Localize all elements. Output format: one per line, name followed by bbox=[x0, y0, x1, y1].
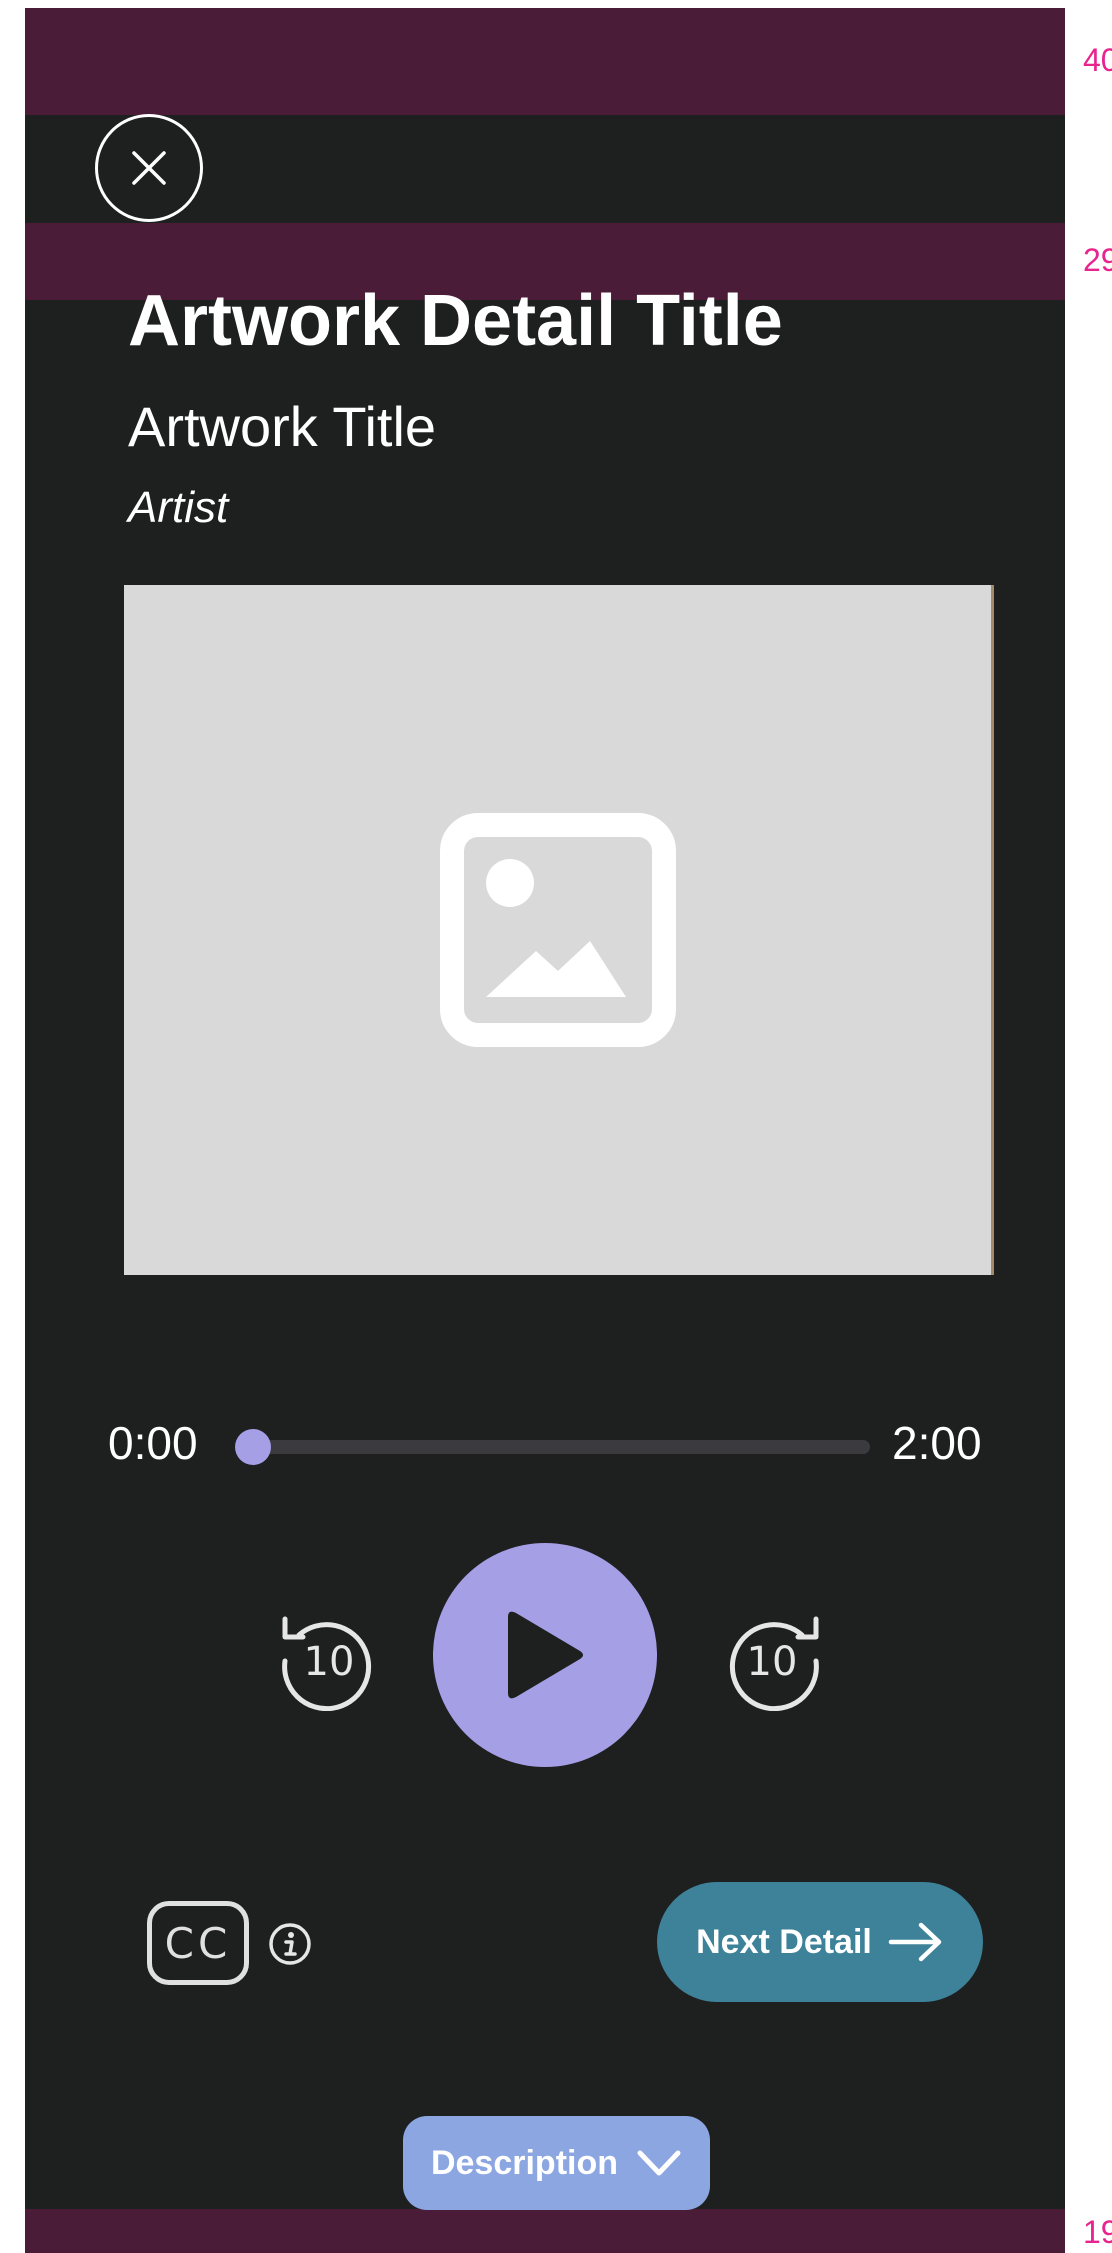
description-toggle-button[interactable]: Description bbox=[403, 2116, 710, 2210]
artwork-image bbox=[124, 585, 994, 1275]
forward-10-button[interactable]: 10 bbox=[724, 1611, 824, 1711]
close-button[interactable] bbox=[95, 114, 203, 222]
captions-button[interactable]: CC bbox=[147, 1901, 249, 1985]
image-placeholder-icon bbox=[439, 813, 676, 1047]
captions-label: CC bbox=[164, 1918, 232, 1968]
forward-seconds: 10 bbox=[747, 1639, 798, 1685]
chevron-down-icon bbox=[637, 2150, 681, 2176]
current-time: 0:00 bbox=[108, 1417, 198, 1469]
artist-name: Artist bbox=[128, 483, 229, 532]
close-icon bbox=[132, 151, 166, 185]
detail-title: Artwork Detail Title bbox=[128, 281, 783, 361]
description-label: Description bbox=[430, 2143, 619, 2182]
artwork-detail-screen: Artwork Detail Title Artwork Title Artis… bbox=[25, 8, 1065, 2253]
rewind-10-button[interactable]: 10 bbox=[277, 1611, 377, 1711]
progress-thumb[interactable] bbox=[235, 1429, 271, 1465]
spacing-label-top: 40 bbox=[1083, 42, 1112, 78]
progress-track[interactable] bbox=[247, 1440, 870, 1454]
captions-info-button[interactable] bbox=[268, 1922, 312, 1966]
spacing-band-top bbox=[25, 8, 1065, 115]
forward-10-icon: 10 bbox=[729, 1616, 819, 1711]
info-icon bbox=[269, 1923, 311, 1965]
rewind-seconds: 10 bbox=[304, 1639, 355, 1685]
spacing-label-bottom: 19 bbox=[1083, 2214, 1112, 2250]
spacing-label-middle: 29 bbox=[1083, 242, 1112, 278]
next-detail-button[interactable]: Next Detail bbox=[657, 1882, 983, 2002]
spacing-band-bottom bbox=[25, 2209, 1065, 2253]
play-button[interactable] bbox=[433, 1543, 657, 1767]
play-icon bbox=[508, 1611, 583, 1699]
arrow-right-icon bbox=[888, 1922, 942, 1962]
total-time: 2:00 bbox=[892, 1417, 982, 1469]
rewind-10-icon: 10 bbox=[282, 1616, 372, 1711]
next-detail-label: Next Detail bbox=[696, 1922, 872, 1961]
artwork-title: Artwork Title bbox=[128, 395, 437, 458]
